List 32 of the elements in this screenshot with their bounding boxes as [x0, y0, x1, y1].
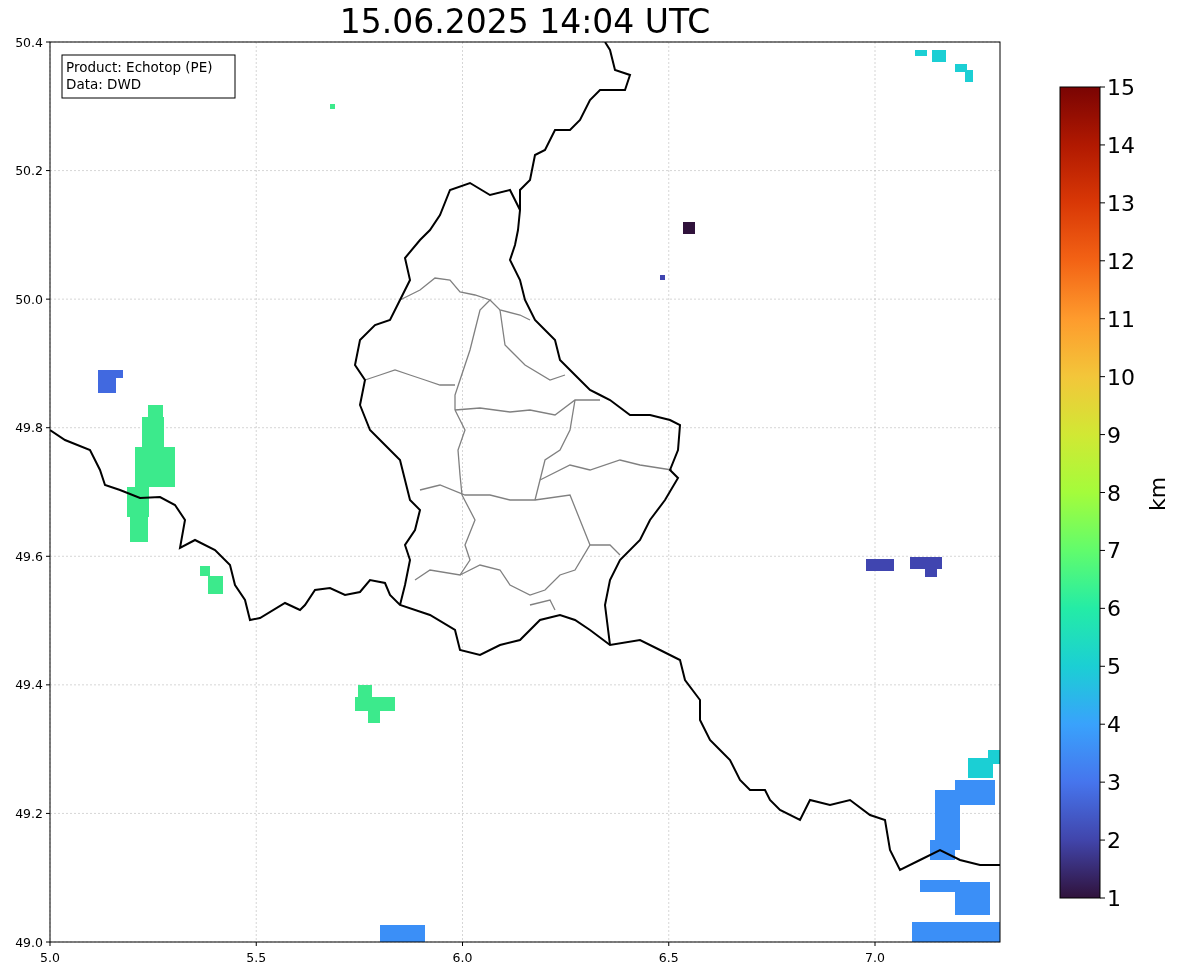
- axis-tick-label: 6.5: [658, 950, 679, 965]
- colorbar-tick-label: 4: [1107, 712, 1121, 738]
- axis-tick-label: 5.5: [246, 950, 267, 965]
- colorbar-tick-label: 1: [1107, 886, 1121, 911]
- axis-tick-label: 49.6: [15, 548, 43, 564]
- axis-tick-label: 50.4: [15, 34, 43, 50]
- colorbar-label: km: [1145, 476, 1170, 512]
- axis-tick-label: 5.0: [40, 950, 60, 965]
- chart-title: 15.06.2025 14:04 UTC: [338, 1, 711, 41]
- colorbar-tick-label: 14: [1107, 132, 1135, 158]
- colorbar-tick-label: 3: [1107, 770, 1121, 796]
- colorbar-tick-label: 6: [1107, 596, 1121, 622]
- info-box-text: Product: Echotop (PE): [66, 59, 213, 75]
- axis-tick-label: 50.2: [15, 163, 43, 179]
- colorbar-tick-label: 12: [1107, 248, 1135, 274]
- axis-tick-label: 7.0: [865, 950, 885, 965]
- colorbar-tick-label: 2: [1107, 828, 1121, 854]
- info-box-text: Data: DWD: [66, 76, 142, 92]
- axis-tick-label: 49.0: [15, 934, 43, 950]
- colorbar-tick-label: 11: [1107, 306, 1135, 332]
- colorbar-tick-label: 9: [1107, 422, 1121, 448]
- axis-tick-label: 49.4: [15, 677, 43, 693]
- colorbar-tick-label: 7: [1107, 538, 1121, 564]
- axis-tick-label: 6.0: [452, 950, 473, 965]
- colorbar-tick-label: 5: [1107, 654, 1121, 680]
- colorbar-tick-label: 13: [1107, 190, 1135, 216]
- colorbar-tick-label: 15: [1107, 75, 1135, 100]
- axis-tick-label: 49.2: [15, 805, 43, 821]
- colorbar-tick-label: 10: [1107, 364, 1135, 390]
- colorbar-tick-label: 8: [1107, 480, 1121, 506]
- axis-tick-label: 50.0: [15, 291, 43, 307]
- axis-tick-label: 49.8: [15, 420, 43, 436]
